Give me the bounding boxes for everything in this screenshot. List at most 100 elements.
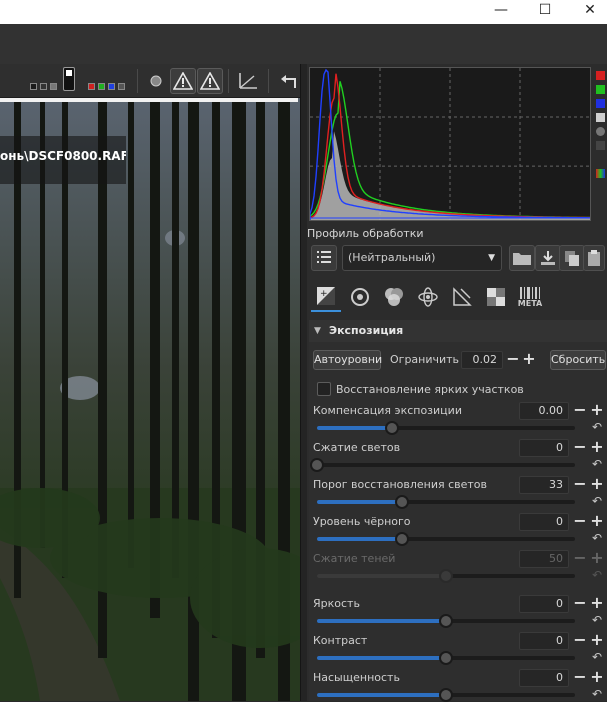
lightness-decrease-button[interactable]: −	[573, 595, 587, 612]
tool-tabs: + META	[311, 282, 603, 314]
maximize-button[interactable]: ☐	[522, 0, 568, 22]
saturation-reset-icon[interactable]: ↶	[592, 687, 602, 701]
clip-increase-button[interactable]: +	[522, 351, 536, 368]
close-button[interactable]: ✕	[567, 0, 607, 22]
lightness-reset-icon[interactable]: ↶	[592, 613, 602, 627]
save-profile-icon[interactable]	[535, 245, 561, 271]
black-level-slider-track[interactable]	[317, 537, 575, 541]
bg-dark-swatch[interactable]	[40, 83, 47, 90]
luminance-swatch[interactable]	[118, 83, 125, 90]
tab-color[interactable]	[379, 282, 409, 312]
contrast-decrease-button[interactable]: −	[573, 632, 587, 649]
highlight-threshold-increase-button[interactable]: +	[590, 476, 604, 493]
green-channel-swatch[interactable]	[98, 83, 105, 90]
exposure-compensation-label: Компенсация экспозиции	[313, 404, 462, 417]
shadow-compression-value-field: 50	[519, 550, 569, 568]
profile-list-icon[interactable]	[311, 245, 337, 271]
reset-levels-button[interactable]: Сбросить	[550, 350, 606, 370]
saturation-slider-fill	[317, 693, 446, 697]
histogram	[309, 67, 591, 221]
profile-select-value: (Нейтральный)	[348, 251, 436, 264]
tab-metadata[interactable]: META	[515, 282, 545, 312]
black-level-reset-icon[interactable]: ↶	[592, 531, 602, 545]
highlight-compression-slider-track[interactable]	[317, 463, 575, 467]
auto-levels-button[interactable]: Автоуровни	[313, 350, 382, 370]
contrast-slider-fill	[317, 656, 446, 660]
histogram-red-toggle[interactable]	[596, 71, 605, 80]
white-square-icon	[66, 70, 72, 76]
exposure-compensation-slider-track[interactable]	[317, 426, 575, 430]
histogram-blue-toggle[interactable]	[596, 99, 605, 108]
clip-value-field[interactable]: 0.02	[461, 351, 503, 369]
exposure-compensation-slider-handle[interactable]	[384, 421, 399, 435]
highlight-compression-reset-icon[interactable]: ↶	[592, 457, 602, 471]
preview-scrollbar[interactable]	[300, 64, 307, 701]
black-level-value-field[interactable]: 0	[519, 513, 569, 531]
top-bar	[0, 24, 607, 64]
highlight-recovery-label: Восстановление ярких участков	[336, 383, 524, 396]
exposure-section-header[interactable]: ▼ Экспозиция	[309, 320, 607, 342]
contrast-increase-button[interactable]: +	[590, 632, 604, 649]
paste-profile-icon[interactable]	[583, 245, 605, 271]
exposure-compensation-reset-icon[interactable]: ↶	[592, 420, 602, 434]
exposure-compensation-decrease-button[interactable]: −	[573, 402, 587, 419]
open-folder-icon[interactable]	[509, 245, 535, 271]
lightness-slider-handle[interactable]	[439, 614, 453, 628]
saturation-slider-handle[interactable]	[439, 688, 453, 702]
lightness-value-field[interactable]: 0	[519, 595, 569, 613]
lightness-increase-button[interactable]: +	[590, 595, 604, 612]
saturation-value-field[interactable]: 0	[519, 669, 569, 687]
bg-black-swatch[interactable]	[30, 83, 37, 90]
window-titlebar: — ☐ ✕	[0, 0, 607, 24]
histogram-raw-toggle[interactable]	[596, 141, 605, 150]
highlight-clip-warning-icon[interactable]	[197, 68, 223, 94]
black-level-decrease-button[interactable]: −	[573, 513, 587, 530]
profile-select[interactable]: (Нейтральный) ▼	[342, 245, 502, 271]
highlight-compression-slider-handle[interactable]	[310, 458, 324, 472]
saturation-decrease-button[interactable]: −	[573, 669, 587, 686]
bg-gray-swatch[interactable]	[50, 83, 57, 90]
copy-profile-icon[interactable]	[559, 245, 585, 271]
red-channel-swatch[interactable]	[88, 83, 95, 90]
saturation-increase-button[interactable]: +	[590, 669, 604, 686]
highlight-threshold-value-field[interactable]: 33	[519, 476, 569, 494]
histogram-green-toggle[interactable]	[596, 85, 605, 94]
shadow-compression-reset-icon: ↶	[592, 568, 603, 582]
contrast-reset-icon[interactable]: ↶	[592, 650, 602, 664]
tab-exposure[interactable]: +	[311, 282, 341, 312]
exposure-compensation-increase-button[interactable]: +	[590, 402, 604, 419]
tab-transform[interactable]	[447, 282, 477, 312]
minimize-button[interactable]: —	[478, 0, 524, 22]
chevron-down-icon: ▼	[488, 253, 495, 263]
clip-decrease-button[interactable]: −	[506, 351, 520, 368]
highlight-compression-increase-button[interactable]: +	[590, 439, 604, 456]
histogram-chroma-toggle[interactable]	[596, 127, 605, 136]
transform-icon	[453, 287, 472, 306]
exposure-compensation-value-field[interactable]: 0.00	[519, 402, 569, 420]
exposure-compensation-slider-fill	[317, 426, 392, 430]
shadow-clip-warning-icon[interactable]	[170, 68, 196, 94]
exposure-title: Экспозиция	[329, 324, 404, 337]
undo-icon[interactable]	[276, 68, 302, 94]
highlight-threshold-decrease-button[interactable]: −	[573, 476, 587, 493]
highlight-threshold-slider-track[interactable]	[317, 500, 575, 504]
black-level-increase-button[interactable]: +	[590, 513, 604, 530]
tab-advanced[interactable]	[413, 282, 443, 312]
bg-white-toggle[interactable]	[63, 67, 75, 91]
tab-detail[interactable]	[345, 282, 375, 312]
highlight-threshold-slider-handle[interactable]	[395, 495, 410, 509]
straighten-icon[interactable]	[235, 68, 261, 94]
focus-mask-icon[interactable]	[146, 68, 166, 94]
image-preview[interactable]: онь\DSCF0800.RAF	[0, 98, 300, 701]
black-level-slider-handle[interactable]	[395, 532, 410, 546]
histogram-bar-toggle[interactable]	[596, 169, 605, 178]
highlight-compression-value-field[interactable]: 0	[519, 439, 569, 457]
histogram-luma-toggle[interactable]	[596, 113, 605, 122]
highlight-recovery-checkbox[interactable]	[317, 382, 331, 396]
contrast-value-field[interactable]: 0	[519, 632, 569, 650]
highlight-compression-decrease-button[interactable]: −	[573, 439, 587, 456]
tab-raw[interactable]	[481, 282, 511, 312]
blue-channel-swatch[interactable]	[108, 83, 115, 90]
contrast-slider-handle[interactable]	[439, 651, 453, 665]
highlight-threshold-reset-icon[interactable]: ↶	[592, 494, 602, 508]
